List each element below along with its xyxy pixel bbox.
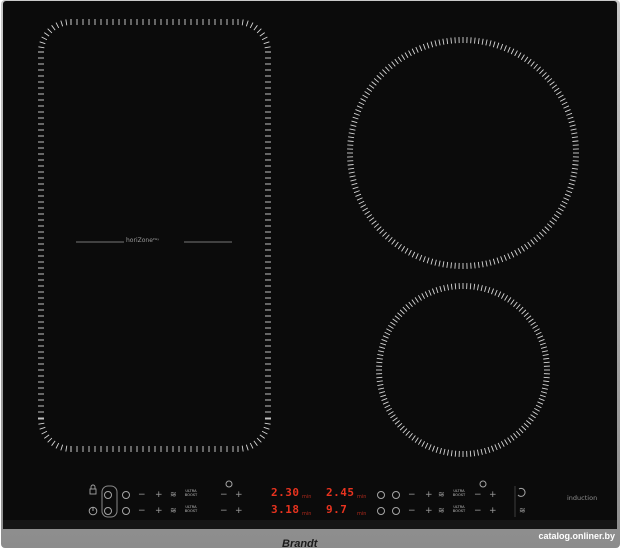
zone-large-ring xyxy=(451,262,452,268)
minus-icon-2[interactable]: − xyxy=(138,507,146,516)
boost-label-3[interactable]: ULTRA BOOST xyxy=(451,490,467,498)
minus-icon[interactable]: − xyxy=(138,491,146,500)
keep-warm-icon-2[interactable]: ≋ xyxy=(170,506,177,515)
zone-large-ring xyxy=(572,164,578,165)
timer-display-2: 2.45 xyxy=(326,486,355,499)
timer-plus-icon[interactable]: + xyxy=(235,491,243,500)
timer-plus-icon-2[interactable]: + xyxy=(235,507,243,516)
zone-small-ring xyxy=(376,377,382,378)
timer-minus-icon-3[interactable]: − xyxy=(474,491,482,500)
timer-display-4: 9.7 xyxy=(326,503,347,516)
zone-large-ring xyxy=(451,38,452,44)
plus-icon-4[interactable]: + xyxy=(425,507,433,516)
zone-small-ring xyxy=(544,377,550,378)
zone-select-icon[interactable]: ≋ xyxy=(519,506,526,515)
zone-large-ring xyxy=(572,141,578,142)
zone-small-ring xyxy=(455,451,456,457)
zone-small-ring xyxy=(376,362,382,363)
plus-icon[interactable]: + xyxy=(155,491,163,500)
timer-unit-4: min xyxy=(357,511,366,517)
cooktop: horiZonePlay induction 2.30 min 2.45 min… xyxy=(0,0,621,550)
cooktop-surface xyxy=(0,0,621,550)
timer-unit-2: min xyxy=(357,494,366,500)
minus-icon-4[interactable]: − xyxy=(408,507,416,516)
plus-icon-2[interactable]: + xyxy=(155,507,163,516)
boost-label-2[interactable]: ULTRA BOOST xyxy=(183,506,199,514)
zone-small-ring xyxy=(544,362,550,363)
timer-unit-1: min xyxy=(302,494,311,500)
timer-plus-icon-3[interactable]: + xyxy=(489,491,497,500)
keep-warm-icon-4[interactable]: ≋ xyxy=(438,506,445,515)
keep-warm-icon[interactable]: ≋ xyxy=(170,490,177,499)
timer-display-1: 2.30 xyxy=(271,486,300,499)
timer-minus-icon[interactable]: − xyxy=(220,491,228,500)
zone-large-ring xyxy=(474,262,475,268)
timer-display-3: 3.18 xyxy=(271,503,300,516)
zone-large-ring xyxy=(474,38,475,44)
timer-minus-icon-4[interactable]: − xyxy=(474,507,482,516)
zone-small-ring xyxy=(470,451,471,457)
timer-minus-icon-2[interactable]: − xyxy=(220,507,228,516)
zone-small-ring xyxy=(470,283,471,289)
timer-unit-3: min xyxy=(302,511,311,517)
keep-warm-icon-3[interactable]: ≋ xyxy=(438,490,445,499)
zone-small-ring xyxy=(455,283,456,289)
timer-plus-icon-4[interactable]: + xyxy=(489,507,497,516)
horizone-label: horiZonePlay xyxy=(126,237,159,244)
boost-label-1[interactable]: ULTRA BOOST xyxy=(183,490,199,498)
boost-label-4[interactable]: ULTRA BOOST xyxy=(451,506,467,514)
zone-large-ring xyxy=(348,141,354,142)
plus-icon-3[interactable]: + xyxy=(425,491,433,500)
minus-icon-3[interactable]: − xyxy=(408,491,416,500)
induction-label: induction xyxy=(567,494,597,502)
watermark: catalog.onliner.by xyxy=(538,531,615,541)
brand-logo: Brandt xyxy=(282,538,317,550)
zone-large-ring xyxy=(348,164,354,165)
